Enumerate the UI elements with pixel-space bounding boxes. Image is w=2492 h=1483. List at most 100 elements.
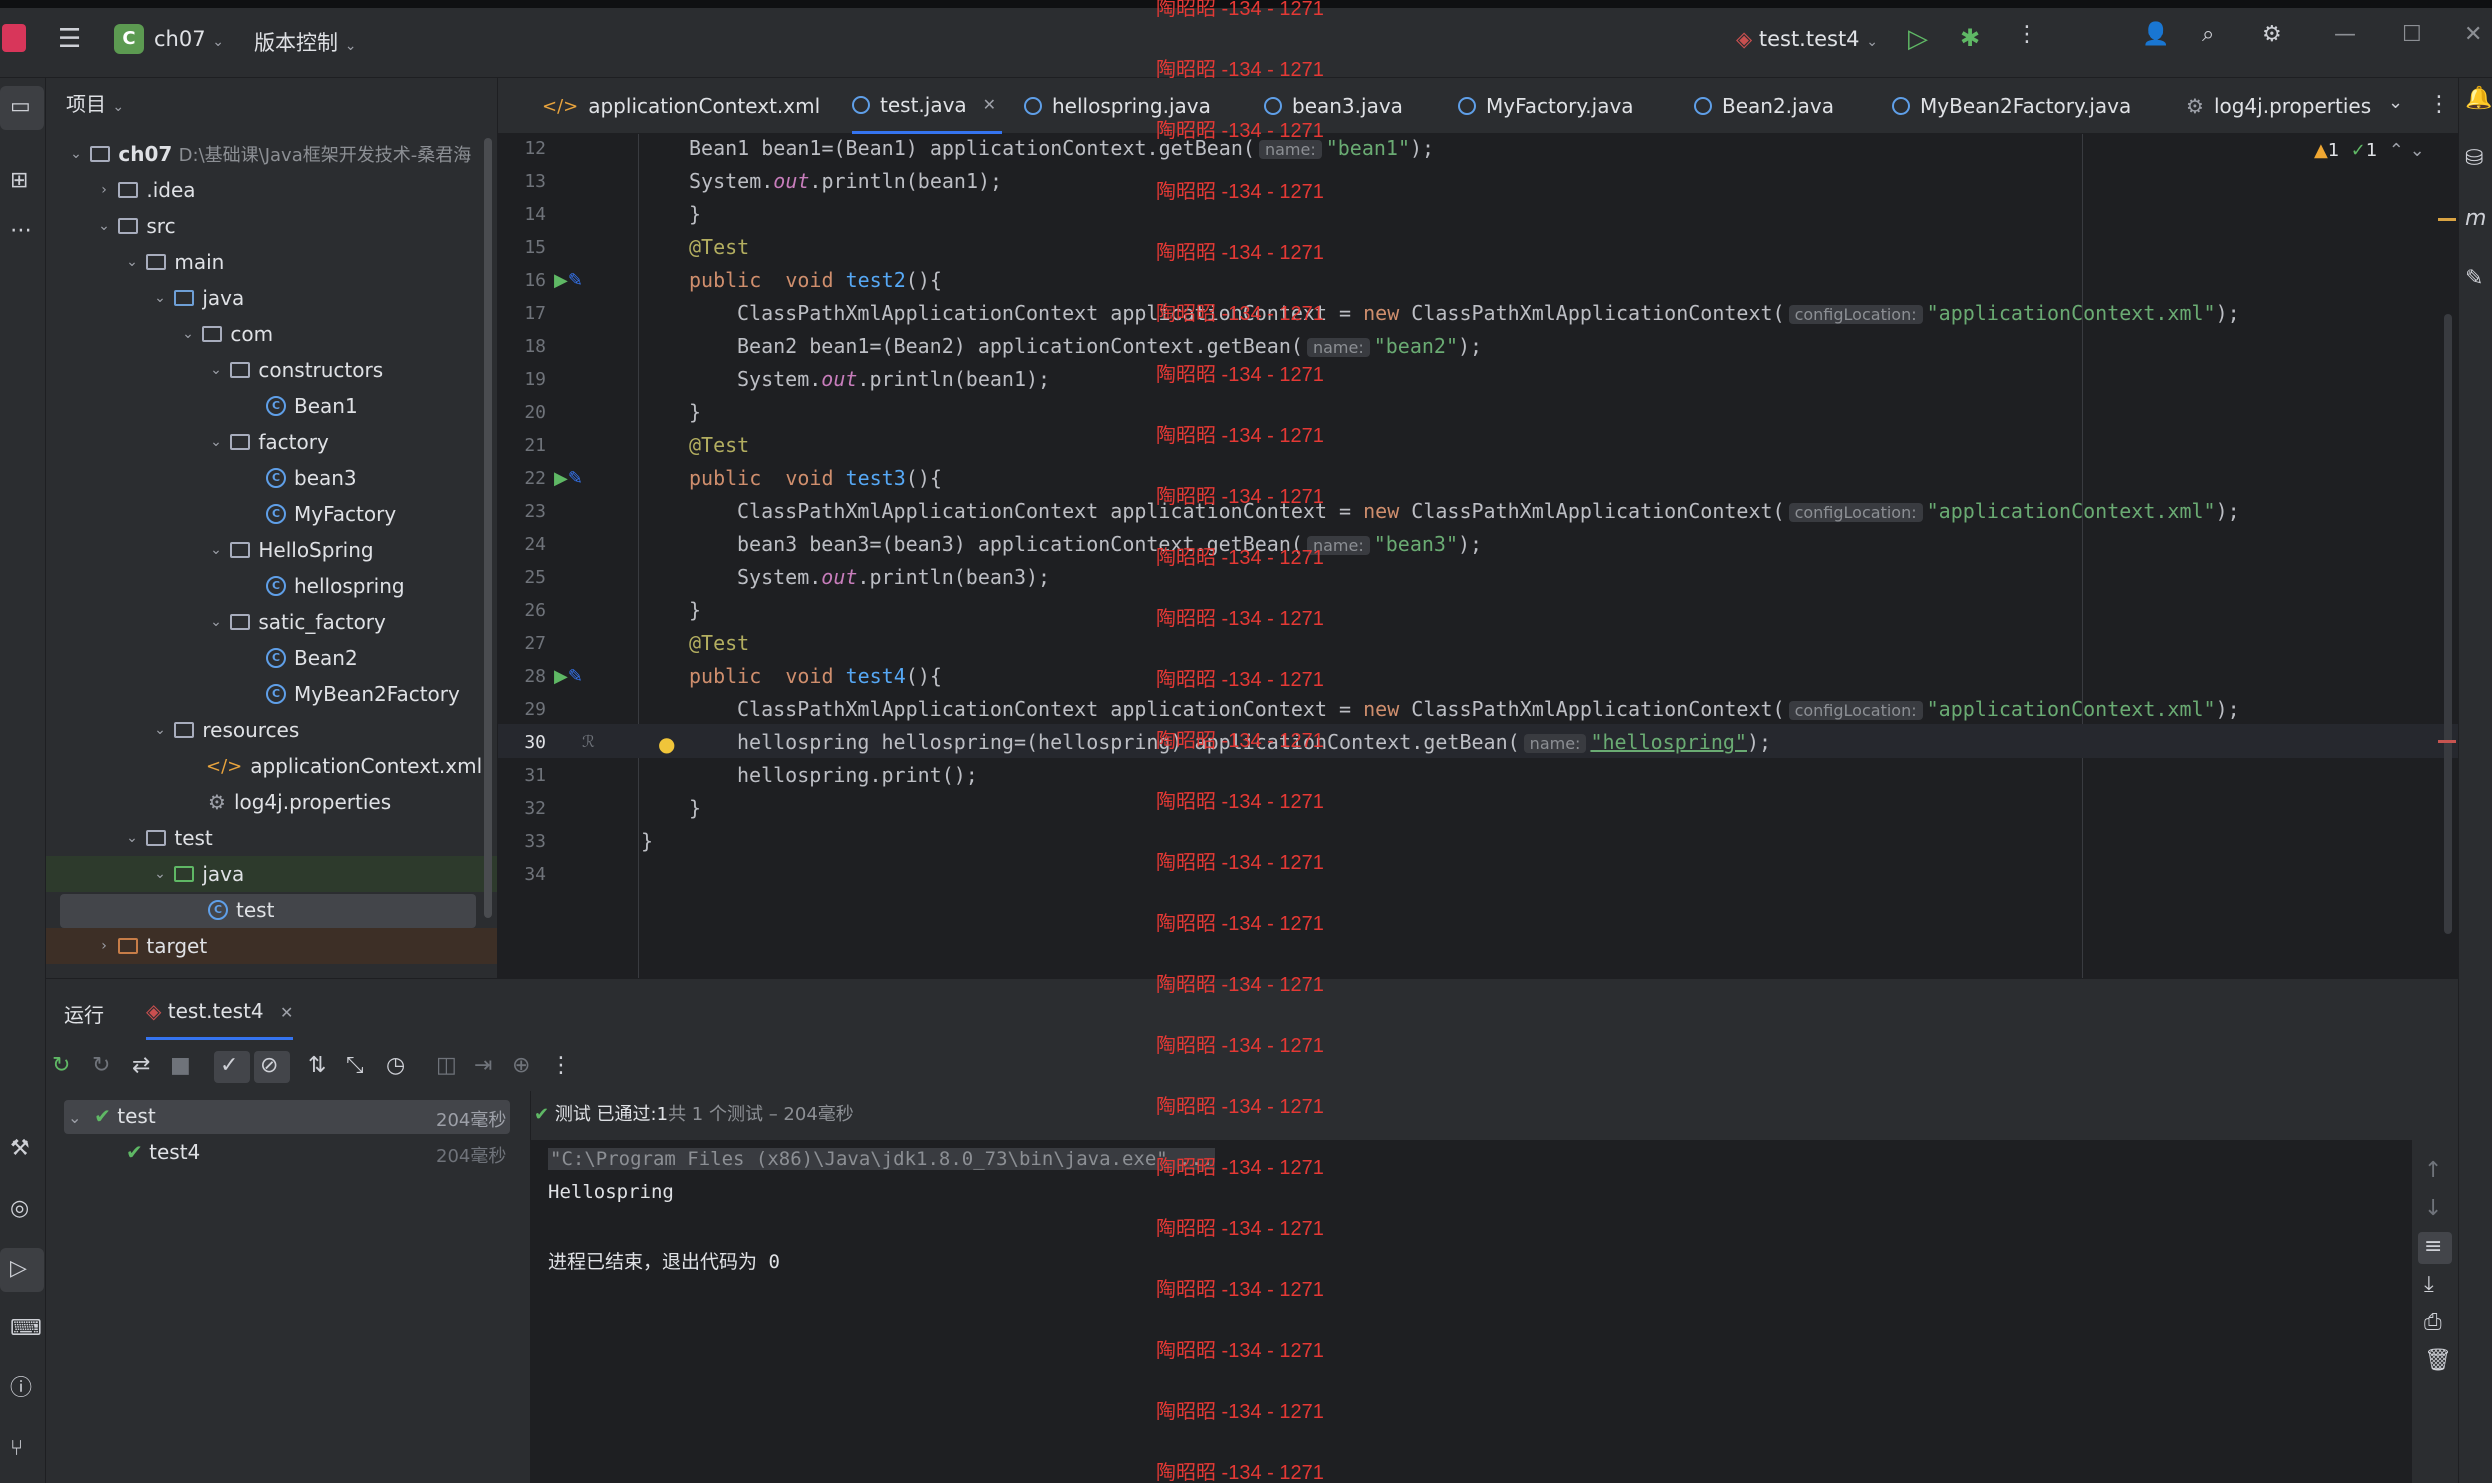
vcs-menu[interactable]: 版本控制 ⌄	[254, 27, 356, 57]
settings-gear-icon[interactable]: ⚙	[2262, 24, 2282, 46]
history-icon[interactable]: ◷	[386, 1055, 405, 1077]
tree-item-idea[interactable]: › .idea	[96, 172, 195, 208]
collapse-all-icon[interactable]: ⤡	[346, 1055, 364, 1077]
more-tools-icon[interactable]: ⋯	[10, 220, 32, 242]
project-switcher[interactable]: ch07 ⌄	[154, 27, 224, 51]
tab-application-context-xml[interactable]: </> applicationContext.xml	[542, 78, 820, 134]
tab-bean2-java[interactable]: Bean2.java	[1694, 78, 1834, 134]
run-icon[interactable]: ▷	[1908, 26, 1928, 52]
run-config-selector[interactable]: ◈ test.test4 ⌄	[1736, 27, 1878, 51]
build-hammer-icon[interactable]: ⚒	[10, 1138, 30, 1160]
project-scrollbar[interactable]	[484, 138, 492, 918]
project-panel-header[interactable]: 项目 ⌄	[66, 88, 124, 117]
console-command-line[interactable]: "C:\Program Files (x86)\Java\jdk1.8.0_73…	[548, 1148, 1216, 1170]
tree-item-hellospring-pkg[interactable]: ⌄ HelloSpring	[208, 532, 373, 568]
sort-icon[interactable]: ⇅	[308, 1055, 326, 1077]
export-icon[interactable]: ⇥	[474, 1055, 492, 1077]
ai-assistant-icon[interactable]: ✎	[2465, 268, 2483, 290]
tab-bean3-java[interactable]: bean3.java	[1264, 78, 1403, 134]
tree-item-target[interactable]: › target	[96, 928, 207, 964]
editor-scrollbar[interactable]	[2444, 314, 2452, 934]
chevron-down-icon: ⌄	[98, 218, 110, 234]
tree-item-log4j[interactable]: ⚙ log4j.properties	[208, 784, 391, 820]
run-more-icon[interactable]: ⋮	[550, 1055, 572, 1077]
close-window-icon[interactable]: ✕	[2464, 24, 2482, 46]
run-test-gutter-icon[interactable]: ▶✎	[554, 270, 583, 291]
tabs-dropdown-icon[interactable]: ⌄	[2388, 94, 2403, 112]
run-test-gutter-icon[interactable]: ▶✎	[554, 666, 583, 687]
main-menu-icon[interactable]: ☰	[58, 26, 81, 52]
minimize-icon[interactable]: —	[2334, 24, 2356, 46]
run-test-gutter-icon[interactable]: ▶✎	[554, 468, 583, 489]
tree-item-resources[interactable]: ⌄ resources	[152, 712, 299, 748]
tree-item-appcontext-xml[interactable]: </> applicationContext.xml	[206, 748, 482, 784]
search-icon[interactable]: ⌕	[2202, 24, 2214, 46]
tree-item-mybean2factory[interactable]: C MyBean2Factory	[266, 676, 460, 712]
tree-item-myfactory[interactable]: C MyFactory	[266, 496, 396, 532]
show-ignored-icon[interactable]: ⊘	[260, 1055, 278, 1077]
tab-log4j-properties[interactable]: ⚙ log4j.properties	[2186, 78, 2371, 134]
run-tab-test4[interactable]: ◈ test.test4 ✕	[146, 999, 294, 1040]
tree-item-java-test[interactable]: ⌄ java	[152, 856, 244, 892]
tree-item-java-main[interactable]: ⌄ java	[152, 280, 244, 316]
print-icon[interactable]: ⎙	[2424, 1312, 2442, 1334]
bean-gutter-icon[interactable]: ℛ	[582, 732, 595, 751]
project-folder-icon[interactable]: ▭	[10, 96, 31, 118]
maximize-icon[interactable]: ☐	[2402, 24, 2422, 46]
tree-item-test-class[interactable]: Ctest	[208, 892, 274, 928]
tab-mybean2factory-java[interactable]: MyBean2Factory.java	[1892, 78, 2131, 134]
terminal-icon[interactable]: ⌨	[10, 1318, 42, 1340]
close-tab-icon[interactable]: ✕	[983, 95, 996, 114]
tab-hellospring-java[interactable]: hellospring.java	[1024, 78, 1211, 134]
run-tab-label: test.test4	[167, 999, 264, 1023]
code-editor[interactable]: ▲1 ✓1 ⌃ ⌄ 12 13 14 15 16 17 18 19 20 21 …	[498, 134, 2458, 978]
maven-icon[interactable]: m	[2465, 208, 2486, 230]
rerun-failed-icon[interactable]: ↻	[92, 1055, 110, 1077]
stop-icon[interactable]: ■	[170, 1055, 191, 1077]
tab-test-java[interactable]: test.java ✕	[852, 78, 1003, 134]
git-icon[interactable]: ⑂	[10, 1438, 23, 1460]
tree-item-com[interactable]: ⌄ com	[180, 316, 273, 352]
trash-icon[interactable]: 🗑	[2424, 1350, 2452, 1372]
tree-item-bean2[interactable]: C Bean2	[266, 640, 358, 676]
soft-wrap-icon[interactable]: ≡	[2424, 1236, 2442, 1258]
problems-icon[interactable]: ⓘ	[10, 1378, 32, 1400]
tabs-more-icon[interactable]: ⋮	[2428, 94, 2450, 116]
console-exit-line: 进程已结束，退出代码为 0	[548, 1251, 780, 1273]
arrow-down-icon[interactable]: ↓	[2424, 1198, 2442, 1220]
test-tree-item-test4[interactable]: ✔ test4	[126, 1140, 200, 1164]
lightbulb-icon[interactable]: ●	[658, 732, 675, 756]
screenshot-icon[interactable]: ◫	[436, 1055, 457, 1077]
add-user-icon[interactable]: 👤	[2142, 24, 2169, 46]
tree-item-src[interactable]: ⌄ src	[96, 208, 175, 244]
tree-item-project-root[interactable]: ⌄ ch07 D:\基础课\Java框架开发技术-桑君海	[68, 136, 471, 172]
tree-item-constructors[interactable]: ⌄ constructors	[208, 352, 383, 388]
tree-item-main[interactable]: ⌄ main	[124, 244, 224, 280]
console-output[interactable]: "C:\Program Files (x86)\Java\jdk1.8.0_73…	[530, 1140, 2412, 1483]
test-name: test	[117, 1104, 156, 1128]
arrow-up-icon[interactable]: ↑	[2424, 1160, 2442, 1182]
structure-icon[interactable]: ⊞	[10, 170, 28, 192]
tree-item-test-folder[interactable]: ⌄ test	[124, 820, 213, 856]
test-tree-item-test[interactable]: ⌄ ✔ test	[68, 1104, 156, 1128]
close-tab-icon[interactable]: ✕	[280, 1003, 293, 1022]
database-icon[interactable]: ⛁	[2465, 148, 2483, 170]
import-icon[interactable]: ⊕	[512, 1055, 530, 1077]
services-icon[interactable]: ◎	[10, 1198, 29, 1220]
tree-item-bean1[interactable]: C Bean1	[266, 388, 358, 424]
line-number: 25	[524, 567, 546, 588]
notifications-icon[interactable]: 🔔	[2465, 88, 2492, 110]
toggle-auto-test-icon[interactable]: ⇄	[132, 1055, 150, 1077]
tree-item-factory[interactable]: ⌄ factory	[208, 424, 329, 460]
tree-item-bean3[interactable]: Cbean3	[266, 460, 357, 496]
more-actions-icon[interactable]: ⋮	[2016, 24, 2038, 46]
rerun-icon[interactable]: ↻	[52, 1055, 70, 1077]
debug-icon[interactable]: ✱	[1960, 26, 1980, 50]
inspection-widget[interactable]: ▲1 ✓1 ⌃ ⌄	[2314, 140, 2425, 161]
scroll-to-end-icon[interactable]: ⤓	[2424, 1274, 2434, 1296]
tree-item-satic-factory[interactable]: ⌄ satic_factory	[208, 604, 386, 640]
tree-item-hellospring[interactable]: Chellospring	[266, 568, 405, 604]
show-passed-icon[interactable]: ✓	[220, 1055, 238, 1077]
run-tool-icon[interactable]: ▷	[10, 1258, 27, 1280]
tab-myfactory-java[interactable]: MyFactory.java	[1458, 78, 1634, 134]
